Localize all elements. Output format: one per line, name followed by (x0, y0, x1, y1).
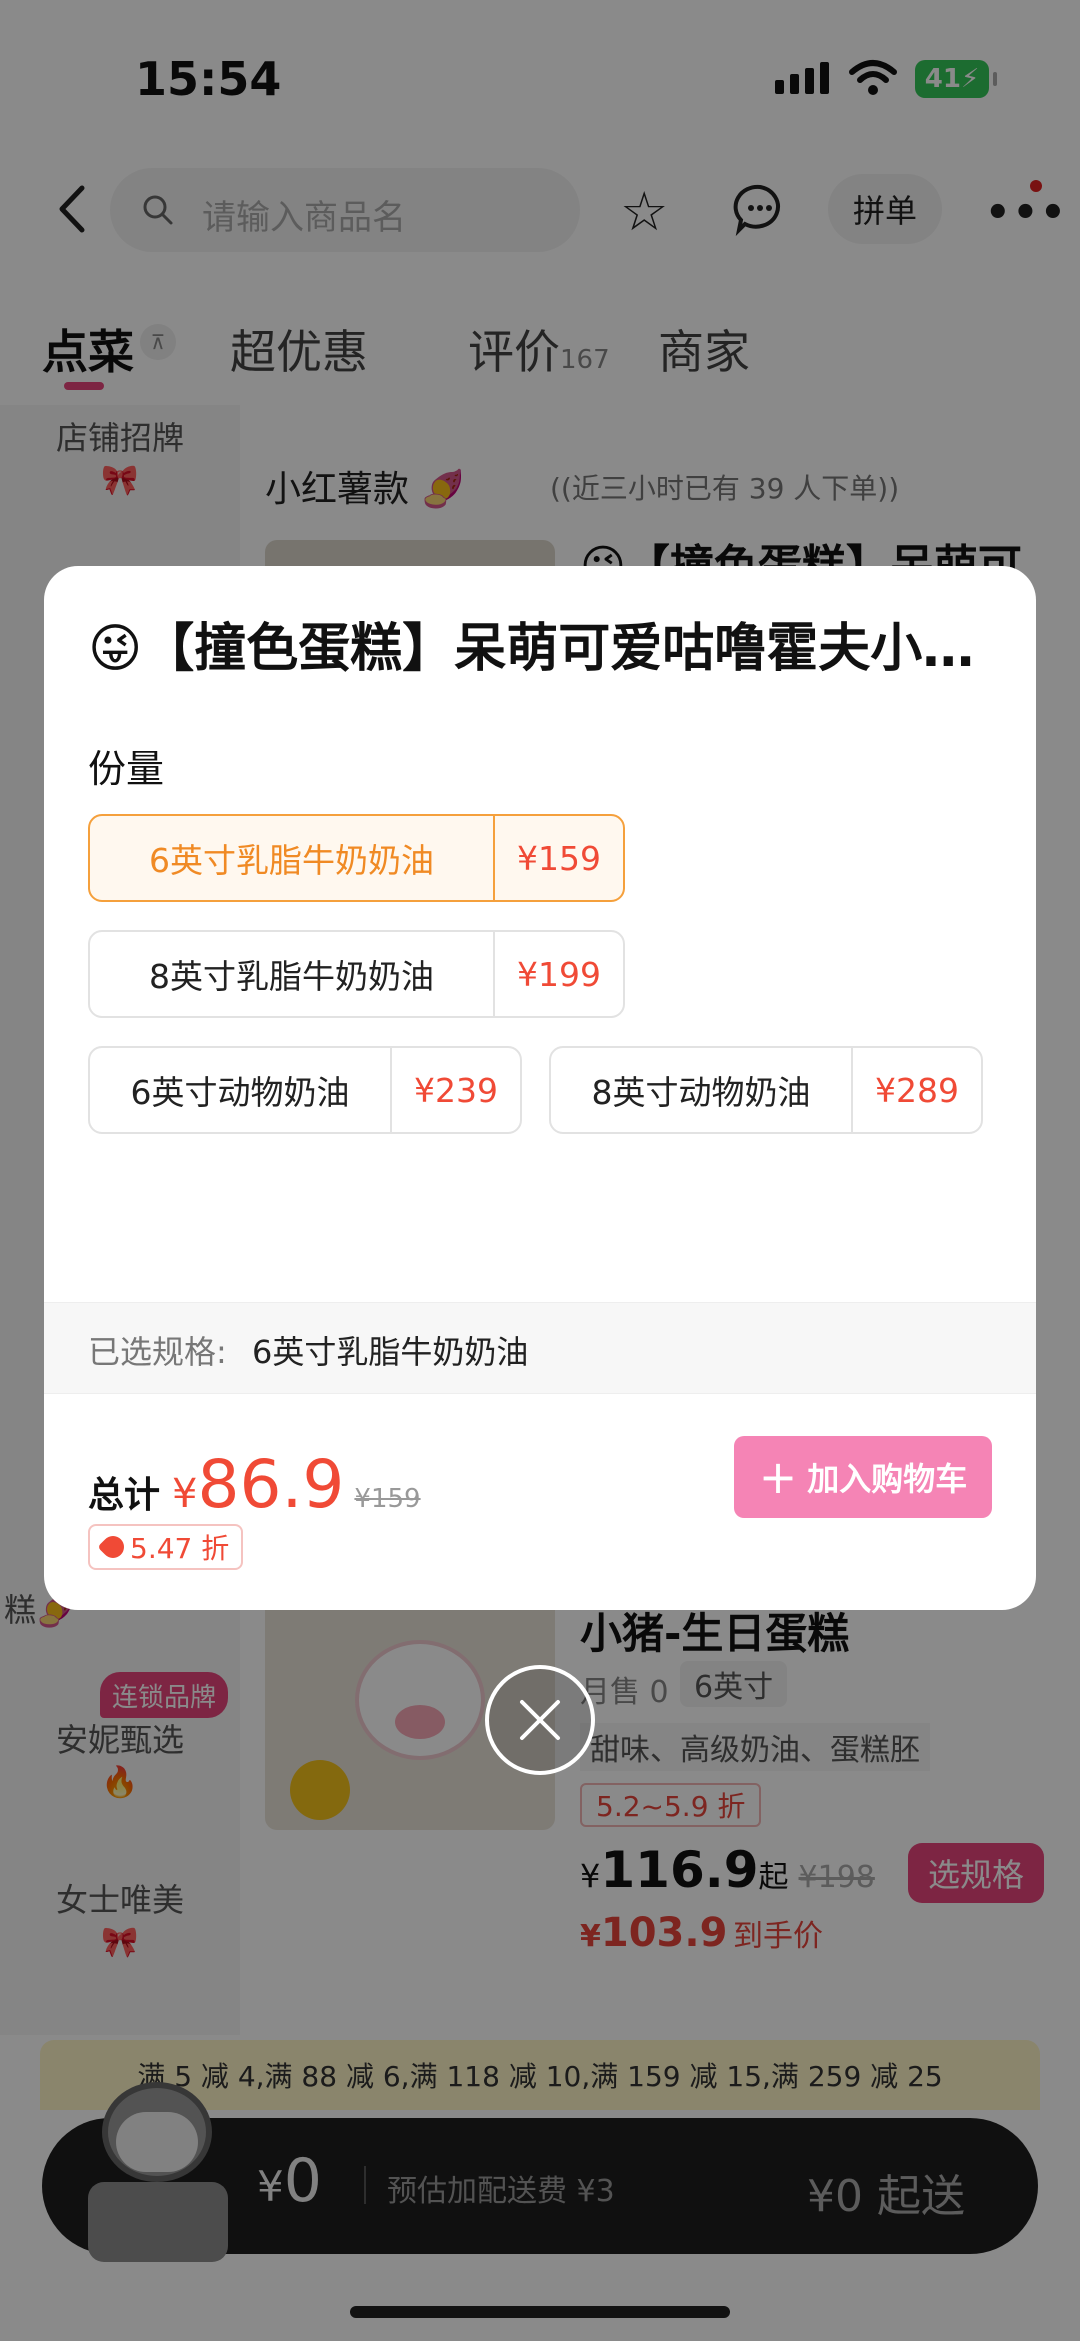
spec-option-8in-milk-cream[interactable]: 8英寸乳脂牛奶奶油 ¥199 (88, 930, 625, 1018)
selected-spec-value: 6英寸乳脂牛奶奶油 (252, 1333, 529, 1371)
close-icon (520, 1700, 560, 1740)
spec-option-6in-animal-cream[interactable]: 6英寸动物奶油 ¥239 (88, 1046, 522, 1134)
modal-title: 😜【撞色蛋糕】呆萌可爱咕噜霍夫小红薯蛋糕 (88, 619, 1008, 679)
plus-icon: + (758, 1450, 798, 1504)
add-to-cart-button[interactable]: + 加入购物车 (734, 1436, 992, 1518)
price-tag-icon (97, 1531, 129, 1563)
spec-option-8in-animal-cream[interactable]: 8英寸动物奶油 ¥289 (549, 1046, 983, 1134)
discount-tag: 5.47 折 (88, 1524, 244, 1570)
spec-option-6in-milk-cream[interactable]: 6英寸乳脂牛奶奶油 ¥159 (88, 814, 625, 902)
spec-selection-modal: 😜【撞色蛋糕】呆萌可爱咕噜霍夫小红薯蛋糕 份量 6英寸乳脂牛奶奶油 ¥159 8… (44, 566, 1036, 1610)
section-label: 份量 (88, 747, 165, 791)
total-price: 总计 ¥86.9 ¥159 (88, 1446, 421, 1523)
close-modal-button[interactable] (485, 1665, 595, 1775)
selected-spec-row: 已选规格: 6英寸乳脂牛奶奶油 (44, 1302, 1036, 1394)
